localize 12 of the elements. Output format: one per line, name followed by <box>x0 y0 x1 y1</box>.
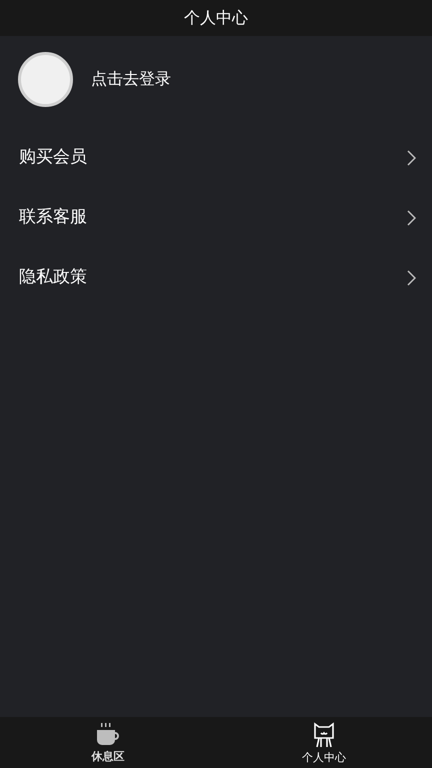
chevron-right-icon <box>407 210 416 226</box>
chevron-right-icon <box>407 270 416 286</box>
menu-item[interactable]: 隐私政策 <box>0 248 432 308</box>
login-link[interactable]: 点击去登录 <box>91 67 171 91</box>
tab[interactable]: 休息区 <box>0 717 216 768</box>
cup-icon <box>95 723 121 748</box>
cat-icon <box>312 722 336 748</box>
menu-item[interactable]: 购买会员 <box>0 128 432 188</box>
menu-item[interactable]: 联系客服 <box>0 188 432 248</box>
page-title: 个人中心 <box>184 7 248 29</box>
tab[interactable]: 个人中心 <box>216 717 432 768</box>
chevron-right-icon <box>407 150 416 166</box>
